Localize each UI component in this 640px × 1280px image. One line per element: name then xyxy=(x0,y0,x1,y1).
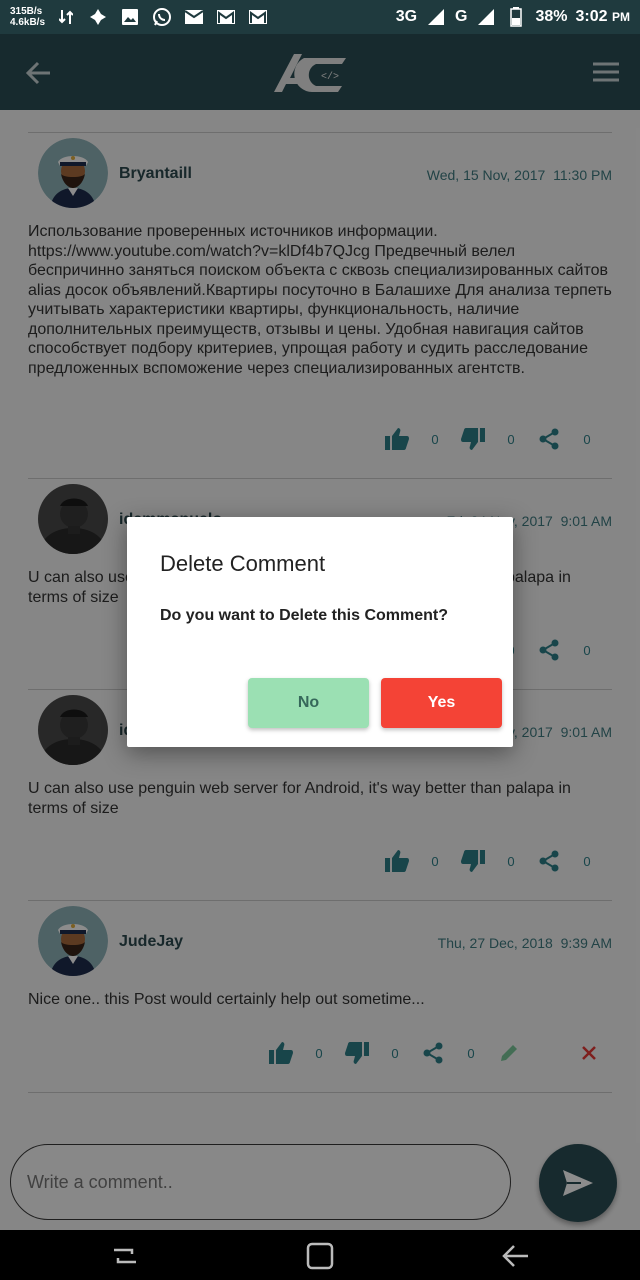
system-nav-bar xyxy=(0,1230,640,1280)
recent-apps-icon xyxy=(114,1248,136,1264)
battery-icon xyxy=(505,7,527,27)
data-transfer-icon xyxy=(55,8,77,26)
home-icon xyxy=(306,1242,334,1270)
battery-level: 38% xyxy=(535,8,568,25)
gmail-icon xyxy=(247,8,269,26)
download-speed: 4.6kB/s xyxy=(10,17,46,28)
status-bar: 315B/s 4.6kB/s 3G G 38% 3:02 PM xyxy=(0,0,640,34)
mail-icon xyxy=(183,8,205,26)
yes-button[interactable]: Yes xyxy=(381,678,502,728)
gallery-icon xyxy=(119,8,141,26)
delete-comment-dialog: Delete Comment Do you want to Delete thi… xyxy=(127,517,513,747)
app-notification-icon xyxy=(87,8,109,26)
whatsapp-icon xyxy=(151,8,173,26)
upload-speed: 315B/s xyxy=(10,6,43,17)
dialog-message: Do you want to Delete this Comment? xyxy=(160,607,449,624)
clock-ampm: PM xyxy=(612,10,630,24)
signal-icon xyxy=(425,8,447,26)
clock-time: 3:02 xyxy=(575,8,608,25)
network-g: G xyxy=(455,8,468,25)
home-button[interactable] xyxy=(305,1242,335,1270)
network-speed: 315B/s 4.6kB/s xyxy=(10,6,45,28)
arrow-back-icon xyxy=(502,1245,528,1267)
nav-back-button[interactable] xyxy=(500,1242,530,1270)
clock: 3:02 PM xyxy=(576,8,630,26)
signal-icon xyxy=(475,8,497,26)
no-button[interactable]: No xyxy=(248,678,369,728)
gmail-icon xyxy=(215,8,237,26)
dialog-title: Delete Comment xyxy=(160,551,326,576)
network-3g: 3G xyxy=(395,8,418,25)
recent-apps-button[interactable] xyxy=(110,1242,140,1270)
